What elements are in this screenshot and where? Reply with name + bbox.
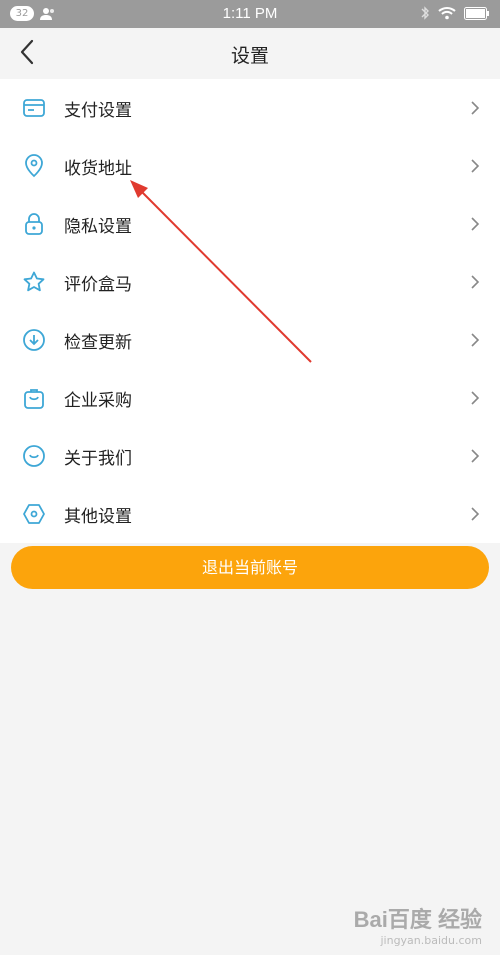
- logout-button[interactable]: 退出当前账号: [11, 546, 489, 589]
- settings-item-about[interactable]: 关于我们: [0, 427, 500, 485]
- chevron-right-icon: [471, 507, 480, 521]
- settings-item-rate[interactable]: 评价盒马: [0, 253, 500, 311]
- battery-icon: [464, 6, 489, 20]
- hexagon-icon: [23, 504, 45, 524]
- settings-item-label: 收货地址: [64, 158, 132, 179]
- download-circle-icon: [23, 329, 45, 351]
- settings-item-privacy[interactable]: 隐私设置: [0, 195, 500, 253]
- settings-item-label: 关于我们: [64, 448, 132, 469]
- settings-item-other[interactable]: 其他设置: [0, 485, 500, 543]
- smile-icon: [23, 445, 45, 467]
- chevron-right-icon: [471, 275, 480, 289]
- chevron-right-icon: [471, 159, 480, 173]
- settings-item-label: 隐私设置: [64, 216, 132, 237]
- star-icon: [23, 271, 45, 292]
- chevron-right-icon: [471, 449, 480, 463]
- settings-item-enterprise[interactable]: 企业采购: [0, 369, 500, 427]
- settings-list: 支付设置 收货地址 隐私设置 评价盒马 检查更新 企业采购 关于我们 其他设置: [0, 79, 500, 543]
- watermark-brand: Bai百度 经验: [353, 907, 482, 932]
- chevron-right-icon: [471, 333, 480, 347]
- chevron-right-icon: [471, 101, 480, 115]
- settings-item-label: 评价盒马: [64, 274, 132, 295]
- watermark: Bai百度 经验 jingyan.baidu.com: [354, 902, 482, 947]
- card-icon: [23, 99, 45, 117]
- bluetooth-icon: [421, 6, 429, 20]
- wifi-icon: [438, 7, 456, 20]
- status-right: [420, 6, 490, 20]
- location-pin-icon: [25, 154, 43, 178]
- shopping-bag-icon: [24, 389, 44, 409]
- lock-icon: [25, 213, 43, 235]
- page-title: 设置: [230, 45, 269, 67]
- settings-item-address[interactable]: 收货地址: [0, 137, 500, 195]
- settings-item-label: 检查更新: [64, 332, 132, 353]
- settings-item-label: 支付设置: [64, 100, 132, 121]
- settings-item-update[interactable]: 检查更新: [0, 311, 500, 369]
- chevron-right-icon: [471, 217, 480, 231]
- settings-item-payment[interactable]: 支付设置: [0, 79, 500, 137]
- settings-item-label: 其他设置: [64, 506, 132, 527]
- top-nav-bar: 设置: [0, 28, 500, 78]
- chevron-right-icon: [471, 391, 480, 405]
- status-bar: 32 1:11 PM: [0, 0, 500, 28]
- watermark-url: jingyan.baidu.com: [380, 934, 482, 947]
- settings-item-label: 企业采购: [64, 390, 132, 411]
